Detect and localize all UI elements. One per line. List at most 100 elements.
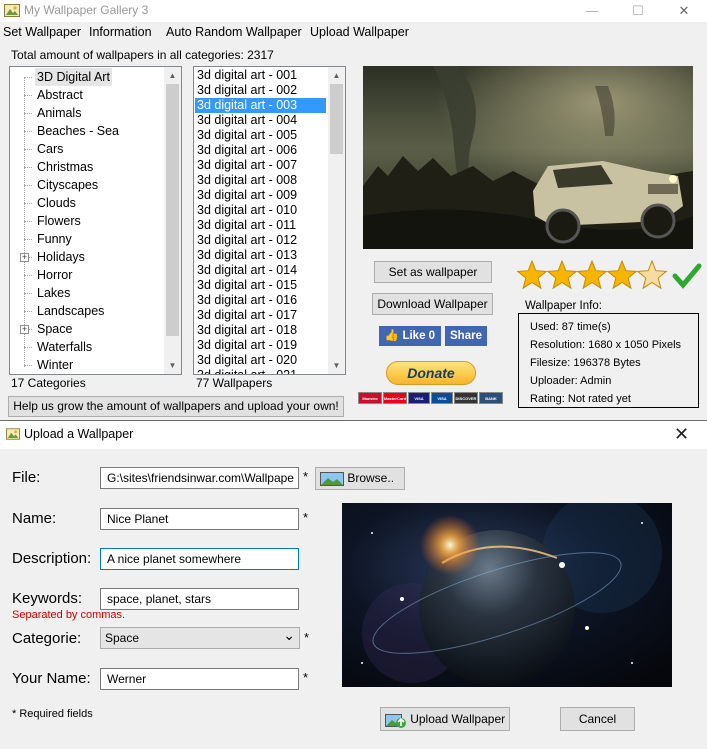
wallpaper-list-item[interactable]: 3d digital art - 016 xyxy=(195,293,326,308)
info-used: Used: 87 time(s) xyxy=(530,321,611,333)
payment-card-icon: DISCOVER xyxy=(454,392,478,404)
wallpaper-list-item[interactable]: 3d digital art - 018 xyxy=(195,323,326,338)
expand-icon[interactable]: + xyxy=(20,253,29,262)
tree-item[interactable]: + Space xyxy=(10,320,164,338)
wallpaper-list-item[interactable]: 3d digital art - 014 xyxy=(195,263,326,278)
maximize-button[interactable]: ☐ xyxy=(615,0,661,22)
tree-item[interactable]: Flowers xyxy=(10,212,164,230)
browse-button[interactable]: Browse.. xyxy=(315,467,405,490)
tree-item[interactable]: Animals xyxy=(10,104,164,122)
tree-item-label: Horror xyxy=(37,268,73,282)
tree-item[interactable]: Cars xyxy=(10,140,164,158)
upload-label: Upload Wallpaper xyxy=(410,712,506,726)
tree-item[interactable]: + Holidays xyxy=(10,248,164,266)
checkmark-icon xyxy=(672,263,702,289)
help-upload-button[interactable]: Help us grow the amount of wallpapers an… xyxy=(8,396,344,417)
scroll-thumb[interactable] xyxy=(330,84,343,154)
scroll-up-arrow[interactable]: ▲ xyxy=(164,67,181,84)
wallpaper-list-item[interactable]: 3d digital art - 002 xyxy=(195,83,326,98)
wallpaper-list-item[interactable]: 3d digital art - 005 xyxy=(195,128,326,143)
wallpaper-list-item[interactable]: 3d digital art - 006 xyxy=(195,143,326,158)
minimize-button[interactable]: — xyxy=(569,0,615,22)
tree-item[interactable]: 3D Digital Art xyxy=(10,68,164,86)
star-filled-icon[interactable] xyxy=(546,259,578,290)
wallpaper-list-item[interactable]: 3d digital art - 019 xyxy=(195,338,326,353)
wallpaper-list[interactable]: 3d digital art - 001 3d digital art - 002… xyxy=(193,66,346,375)
scroll-down-arrow[interactable]: ▼ xyxy=(164,357,181,374)
star-filled-icon[interactable] xyxy=(576,259,608,290)
tree-item-label: Christmas xyxy=(37,160,94,174)
close-button[interactable]: ✕ xyxy=(661,0,707,22)
tree-item[interactable]: Clouds xyxy=(10,194,164,212)
tree-item[interactable]: Winter xyxy=(10,356,164,374)
menu-information[interactable]: Information xyxy=(89,25,152,39)
menu-set-wallpaper[interactable]: Set Wallpaper xyxy=(3,25,81,39)
tree-item[interactable]: Landscapes xyxy=(10,302,164,320)
tree-item-label: Waterfalls xyxy=(37,340,93,354)
dialog-title: Upload a Wallpaper xyxy=(24,427,134,441)
wallpaper-scrollbar[interactable]: ▲ ▼ xyxy=(328,67,345,374)
tree-item[interactable]: Horror xyxy=(10,266,164,284)
browse-label: Browse.. xyxy=(347,471,395,485)
menu-auto-random-wallpaper[interactable]: Auto Random Wallpaper xyxy=(166,25,302,39)
wallpaper-list-item[interactable]: 3d digital art - 009 xyxy=(195,188,326,203)
tree-item-label: Clouds xyxy=(37,196,76,210)
facebook-share-button[interactable]: Share xyxy=(445,326,487,346)
wallpaper-list-item[interactable]: 3d digital art - 012 xyxy=(195,233,326,248)
description-field[interactable]: A nice planet somewhere xyxy=(100,548,299,570)
keywords-field[interactable]: space, planet, stars xyxy=(100,588,299,610)
wallpaper-list-item[interactable]: 3d digital art - 020 xyxy=(195,353,326,368)
category-tree[interactable]: 3D Digital Art Abstract Animals Beaches - S… xyxy=(9,66,182,375)
rating-stars[interactable] xyxy=(516,259,707,292)
menu-upload-wallpaper[interactable]: Upload Wallpaper xyxy=(310,25,409,39)
donate-button[interactable]: Donate xyxy=(386,361,476,385)
download-wallpaper-button[interactable]: Download Wallpaper xyxy=(372,293,493,315)
upload-wallpaper-button[interactable]: Upload Wallpaper xyxy=(380,707,510,731)
star-filled-icon[interactable] xyxy=(516,259,548,290)
expand-icon[interactable]: + xyxy=(20,325,29,334)
tree-item[interactable]: Funny xyxy=(10,230,164,248)
wallpaper-list-item[interactable]: 3d digital art - 008 xyxy=(195,173,326,188)
star-filled-icon[interactable] xyxy=(606,259,638,290)
keywords-label: Keywords: xyxy=(12,590,83,607)
upload-icon xyxy=(384,713,406,728)
wallpaper-list-item[interactable]: 3d digital art - 007 xyxy=(195,158,326,173)
scroll-down-arrow[interactable]: ▼ xyxy=(328,357,345,374)
facebook-like-button[interactable]: 👍 Like 0 xyxy=(379,326,441,346)
star-empty-icon[interactable] xyxy=(636,259,668,290)
cancel-button[interactable]: Cancel xyxy=(560,707,635,731)
name-field[interactable]: Nice Planet xyxy=(100,508,299,530)
wallpaper-list-item[interactable]: 3d digital art - 017 xyxy=(195,308,326,323)
your-name-field[interactable]: Werner xyxy=(100,668,299,690)
required-mark: * xyxy=(303,469,309,484)
tree-item-label: 3D Digital Art xyxy=(35,68,112,86)
file-path-field[interactable]: G:\sites\friendsinwar.com\Wallpape xyxy=(100,467,299,489)
tree-item-label: Beaches - Sea xyxy=(37,124,119,138)
payment-card-icon: BANK xyxy=(479,392,503,404)
wallpaper-list-item[interactable]: 3d digital art - 003 xyxy=(195,98,326,113)
wallpaper-list-item[interactable]: 3d digital art - 010 xyxy=(195,203,326,218)
tree-item[interactable]: Cityscapes xyxy=(10,176,164,194)
file-label: File: xyxy=(12,469,41,486)
image-file-icon xyxy=(320,471,344,486)
dialog-close-button[interactable]: ✕ xyxy=(674,424,689,445)
tree-item[interactable]: Abstract xyxy=(10,86,164,104)
wallpaper-list-item[interactable]: 3d digital art - 021 xyxy=(195,368,326,374)
tree-item[interactable]: Lakes xyxy=(10,284,164,302)
tree-item[interactable]: Waterfalls xyxy=(10,338,164,356)
set-as-wallpaper-button[interactable]: Set as wallpaper xyxy=(374,261,492,283)
wallpaper-list-item[interactable]: 3d digital art - 001 xyxy=(195,68,326,83)
tree-item-label: Abstract xyxy=(37,88,83,102)
payment-card-icon: VISA xyxy=(431,392,453,404)
title-bar: My Wallpaper Gallery 3 — ☐ ✕ xyxy=(0,0,707,22)
tree-item[interactable]: Beaches - Sea xyxy=(10,122,164,140)
wallpaper-list-item[interactable]: 3d digital art - 011 xyxy=(195,218,326,233)
wallpaper-list-item[interactable]: 3d digital art - 004 xyxy=(195,113,326,128)
tree-item[interactable]: Christmas xyxy=(10,158,164,176)
scroll-up-arrow[interactable]: ▲ xyxy=(328,67,345,84)
wallpaper-list-item[interactable]: 3d digital art - 015 xyxy=(195,278,326,293)
category-select[interactable]: Space ⌄ xyxy=(100,627,300,649)
wallpaper-list-item[interactable]: 3d digital art - 013 xyxy=(195,248,326,263)
category-scrollbar[interactable]: ▲ ▼ xyxy=(164,67,181,374)
scroll-thumb[interactable] xyxy=(166,84,179,336)
